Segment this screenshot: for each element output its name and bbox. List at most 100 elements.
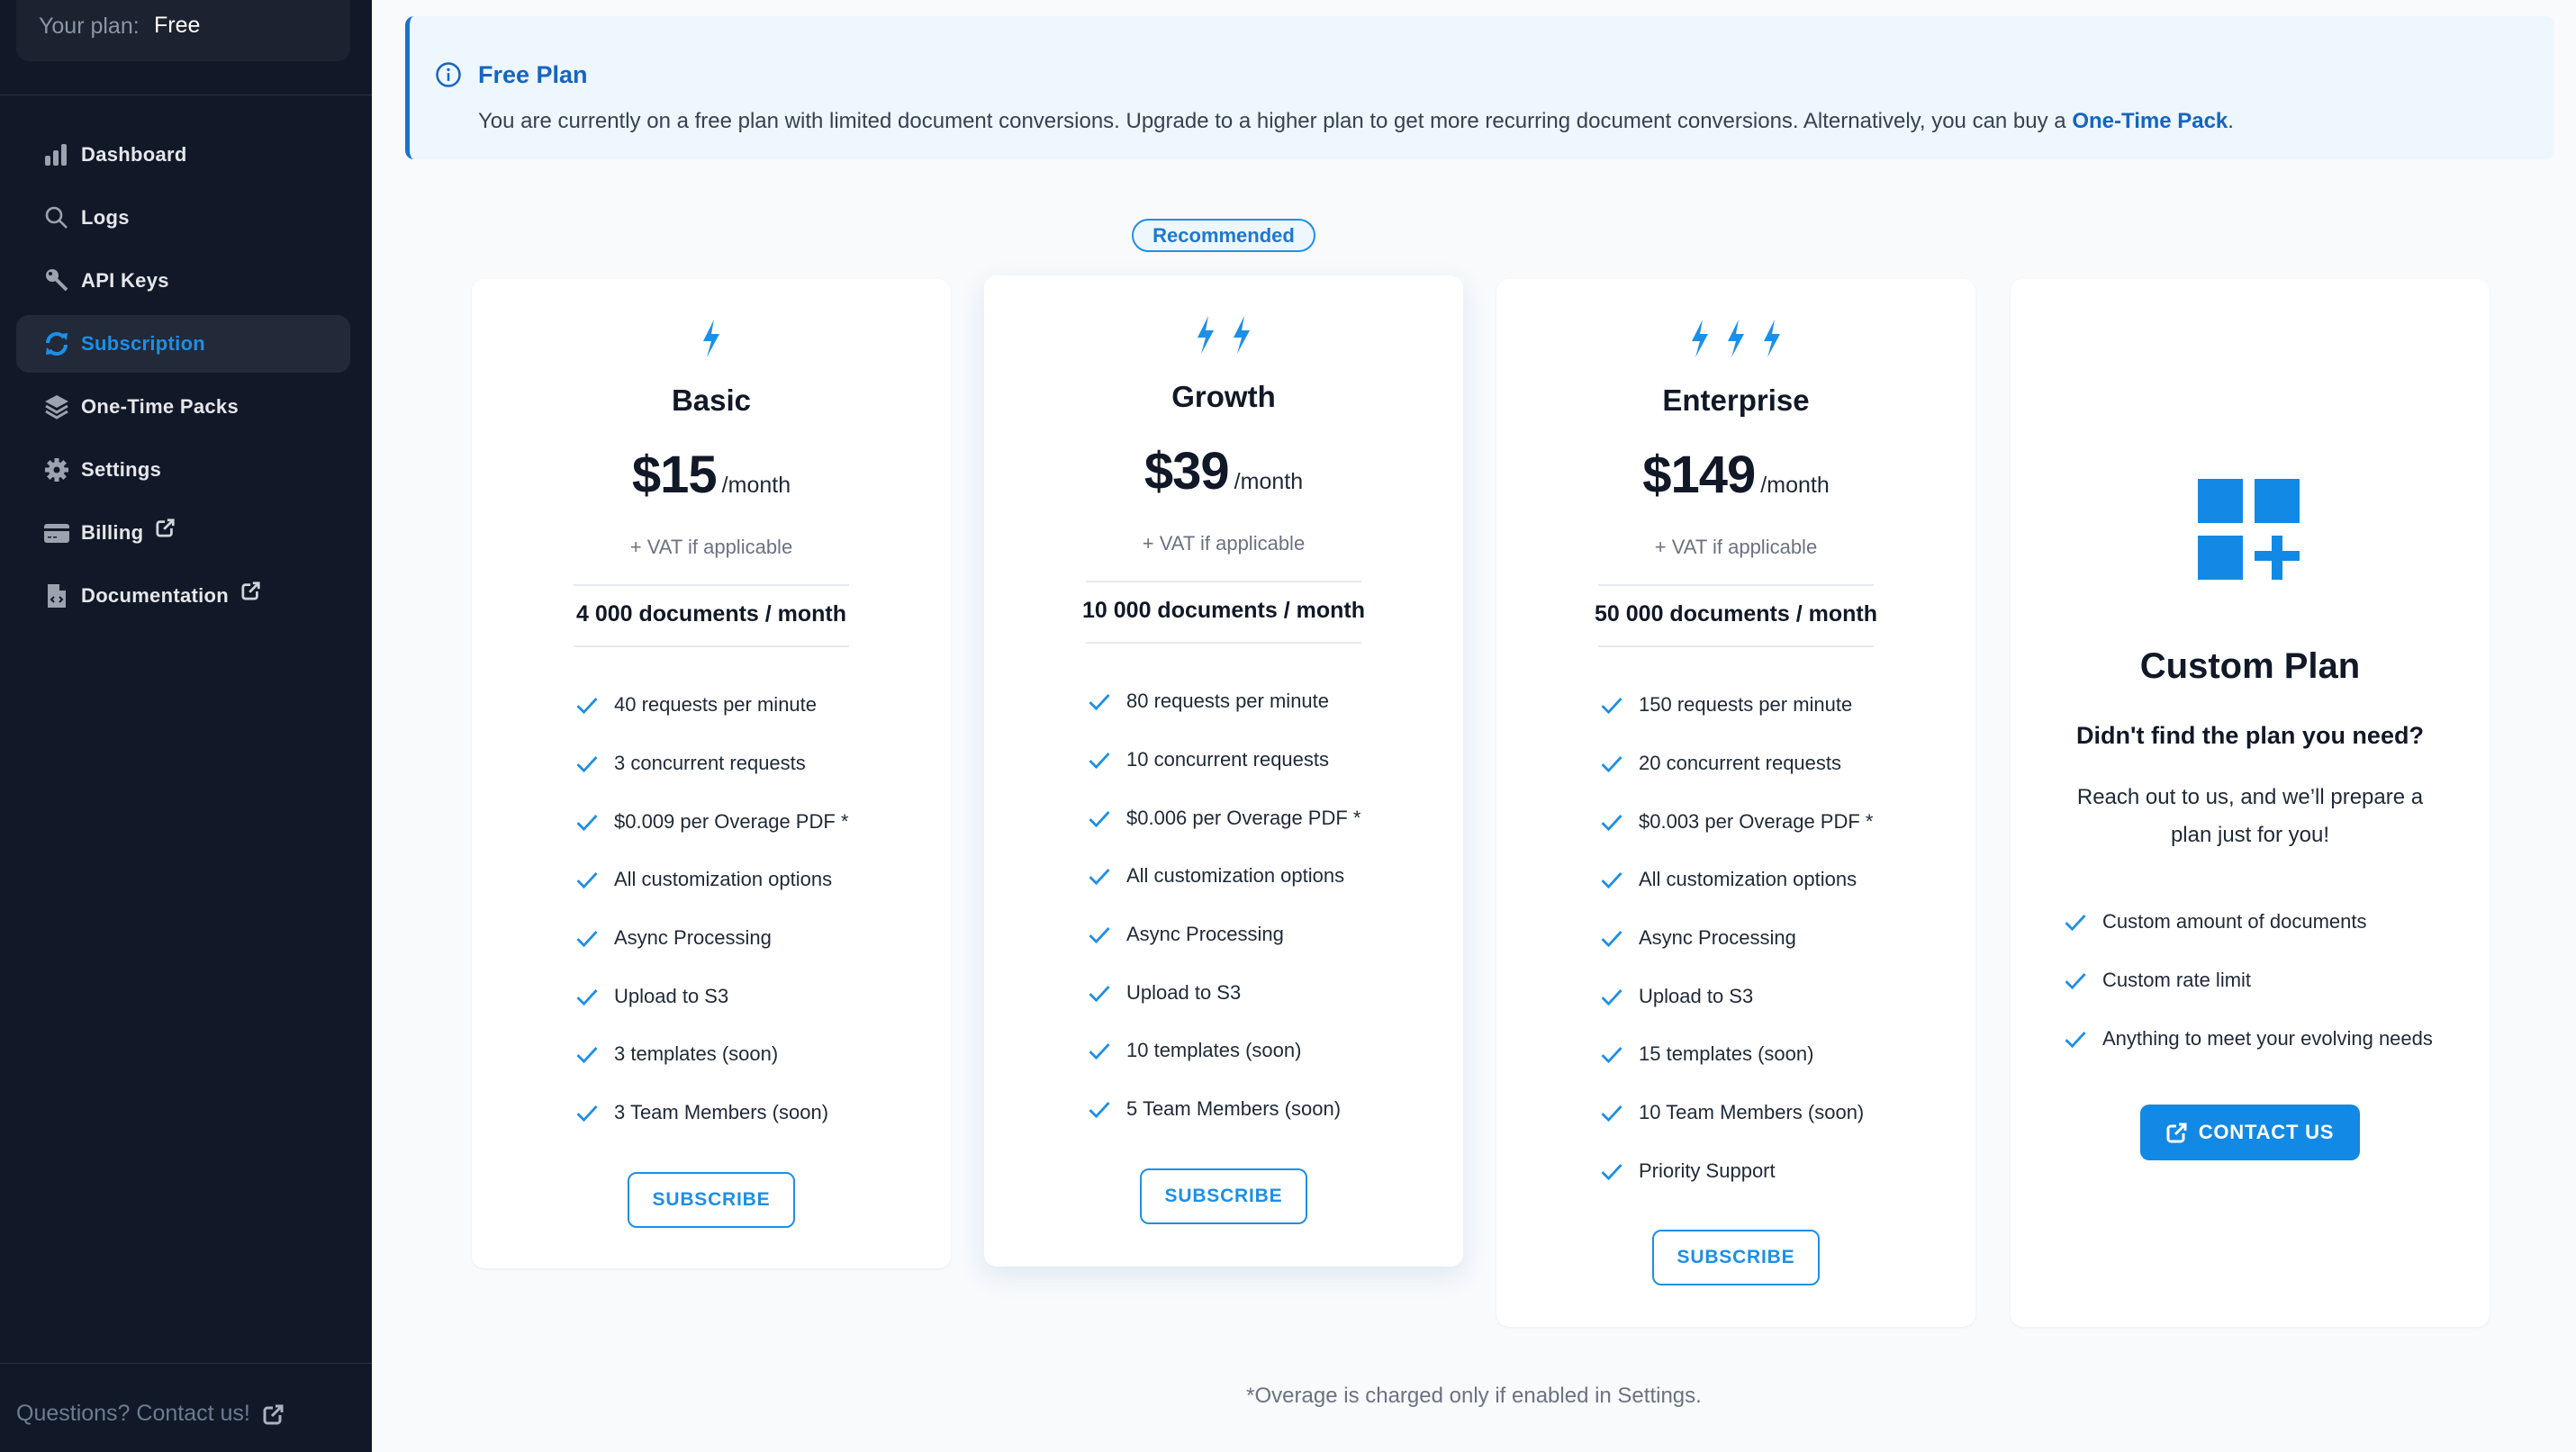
custom-plan-card: Custom Plan Didn't find the plan you nee… [2011,279,2490,1327]
check-icon [1601,1105,1622,1123]
check-icon [1089,694,1110,711]
sidebar: Your plan: Free Dashboard Logs API Keys Sub… [0,0,372,1452]
check-icon [1089,869,1110,886]
divider [574,645,849,647]
bar-chart-icon [43,141,70,168]
plan-label: Your plan: [39,14,140,39]
one-time-pack-link[interactable]: One-Time Pack [2072,109,2228,133]
feature-item: 10 concurrent requests [1087,731,1360,789]
check-icon [1089,810,1110,827]
sidebar-item-settings[interactable]: Settings [16,441,350,499]
sidebar-item-label: Settings [81,458,162,481]
check-icon [576,1105,598,1123]
lightning-bolt-icon [1764,320,1780,357]
subscribe-button[interactable]: SUBSCRIBE [1140,1168,1307,1224]
sidebar-item-logs[interactable]: Logs [16,189,350,247]
divider [1598,584,1874,586]
overage-footnote: *Overage is charged only if enabled in S… [1246,1384,1702,1408]
plan-features: 40 requests per minute 3 concurrent reque… [574,676,848,1142]
sidebar-item-subscription[interactable]: Subscription [16,315,350,373]
info-icon [436,62,461,87]
sidebar-item-billing[interactable]: Billing [16,504,350,562]
documents-quota: 50 000 documents / month [1595,601,1877,627]
check-icon [1089,753,1110,770]
key-icon [43,267,70,294]
sidebar-item-label: One-Time Packs [81,395,239,418]
sidebar-item-label: Documentation [81,584,230,607]
sidebar-item-label: Subscription [81,332,206,355]
lightning-bolt-icon [703,320,719,357]
external-link-icon [156,518,176,537]
plan-name: Basic [671,383,752,417]
feature-item: 15 templates (soon) [1599,1025,1873,1084]
feature-item: 40 requests per minute [574,676,848,735]
check-icon [576,1047,598,1064]
sidebar-item-label: Billing [81,521,144,544]
check-icon [1089,1043,1110,1060]
plan-features: 80 requests per minute 10 concurrent requ… [1087,672,1360,1139]
price-amount: $149 [1642,446,1756,504]
feature-item: 3 concurrent requests [574,735,848,793]
feature-item: Upload to S3 [574,967,848,1025]
check-icon [1601,698,1622,715]
check-icon [1601,1047,1622,1064]
feature-item: 5 Team Members (soon) [1087,1080,1360,1139]
feature-item: Custom amount of documents [2063,893,2433,951]
price-amount: $15 [631,446,718,504]
layers-icon [43,393,70,420]
plan-name: Growth [1171,380,1276,413]
check-icon [576,698,598,715]
check-icon [576,931,598,948]
gear-icon [43,456,70,483]
check-icon [1601,1163,1622,1181]
check-icon [576,814,598,831]
subscribe-button[interactable]: SUBSCRIBE [1652,1230,1820,1286]
feature-item: All customization options [1599,851,1873,909]
feature-item: $0.003 per Overage PDF * [1599,792,1873,851]
feature-item: $0.006 per Overage PDF * [1087,789,1360,847]
divider [1086,642,1361,644]
plan-price: $39/month [984,441,1463,501]
refresh-icon [43,330,70,357]
tier-bolts [472,319,951,358]
alert-title: Free Plan [478,61,588,88]
sidebar-divider [0,1363,372,1364]
check-icon [576,756,598,773]
divider [1598,645,1874,647]
feature-item: $0.009 per Overage PDF * [574,792,848,851]
check-icon [576,872,598,889]
contact-us-button[interactable]: CONTACT US [2140,1105,2360,1160]
contact-us-label: Questions? Contact us! [16,1401,250,1426]
plan-price: $149/month [1496,445,1975,505]
external-link-icon [2166,1123,2187,1143]
check-icon [1089,927,1110,944]
feature-item: 150 requests per minute [1599,676,1873,735]
price-period: /month [1234,469,1304,494]
contact-us-link[interactable]: Questions? Contact us! [16,1401,285,1427]
feature-item: Async Processing [574,909,848,968]
plan-card-basic: Basic $15/month + VAT if applicable 4 000 d… [472,279,951,1268]
recommended-badge: Recommended [1132,219,1315,252]
free-plan-alert: Free Plan You are currently on a free pl… [405,16,2554,159]
feature-item: Upload to S3 [1599,967,1873,1025]
check-icon [1601,872,1622,889]
check-icon [2065,1031,2086,1048]
sidebar-item-label: API Keys [81,269,169,292]
sidebar-item-dashboard[interactable]: Dashboard [16,126,350,184]
lightning-bolt-icon [1692,320,1708,357]
feature-item: 10 templates (soon) [1087,1022,1360,1080]
plan-value: Free [154,13,201,38]
price-period: /month [1760,473,1830,498]
sidebar-item-api-keys[interactable]: API Keys [16,252,350,310]
feature-item: Custom rate limit [2063,951,2433,1010]
sidebar-item-one-time-packs[interactable]: One-Time Packs [16,378,350,436]
sidebar-item-documentation[interactable]: Documentation [16,567,350,625]
custom-plan-title: Custom Plan [2139,646,2361,686]
price-amount: $39 [1143,442,1230,501]
subscribe-button[interactable]: SUBSCRIBE [628,1171,795,1228]
check-icon [1601,814,1622,831]
tier-bolts [1496,319,1975,358]
code-file-icon [43,582,70,609]
price-period: /month [721,473,791,498]
check-icon [576,988,598,1006]
